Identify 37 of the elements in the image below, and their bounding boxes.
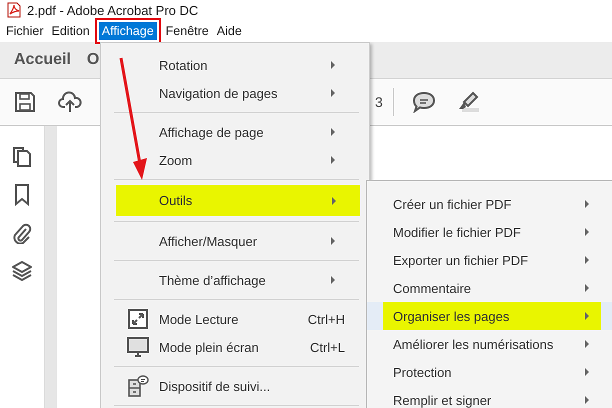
layers-icon[interactable] [11,260,33,282]
comment-icon[interactable] [412,91,436,113]
pages-icon[interactable] [12,146,32,168]
menu-item[interactable]: Navigation de pages [116,79,359,107]
submenu-item[interactable]: Créer un fichier PDF [367,190,601,218]
tab[interactable]: O [86,51,100,69]
save-icon[interactable] [14,91,36,113]
menu-item[interactable]: Mode plein écran Ctrl+L [116,333,359,361]
menu-item[interactable]: Rotation [116,51,359,79]
menu-item[interactable]: Dispositif de suivi... [116,372,359,400]
menu-bar-item[interactable]: Affichage [98,22,157,40]
submenu-item[interactable]: Remplir et signer [367,386,601,408]
submenu-item[interactable]: Améliorer les numérisations [367,330,601,358]
menu-bar-item[interactable]: Aide [214,22,245,40]
menu-item[interactable]: Thème d’affichage [116,266,359,294]
menu-bar-item[interactable]: Fichier [3,22,47,40]
submenu-item[interactable]: Modifier le fichier PDF [367,218,601,246]
file-cabinet-icon [126,375,148,397]
menu-item[interactable]: Mode Lecture Ctrl+H [116,305,359,333]
menu-bar-item[interactable]: Fenêtre [162,22,212,40]
expand-icon [128,309,148,329]
submenu-item[interactable]: Protection [367,358,601,386]
submenu-item[interactable]: Commentaire [367,274,601,302]
menu-item[interactable]: Afficher/Masquer [116,227,359,255]
menu-item[interactable]: Outils [116,185,360,216]
menu-item[interactable]: Zoom [116,146,359,174]
submenu-item[interactable]: Organiser les pages [383,302,601,330]
menu-item[interactable]: Affichage de page [116,118,359,146]
cloud-upload-icon[interactable] [58,91,82,113]
window-title: 2.pdf - Adobe Acrobat Pro DC [27,2,198,18]
monitor-icon [126,337,148,357]
submenu-item[interactable]: Exporter un fichier PDF [367,246,601,274]
menu-bar-item[interactable]: Edition [48,22,93,40]
bookmark-icon[interactable] [14,184,30,206]
page-number: 3 [375,94,383,110]
tab[interactable]: Accueil [14,51,71,69]
paperclip-icon[interactable] [12,222,32,244]
